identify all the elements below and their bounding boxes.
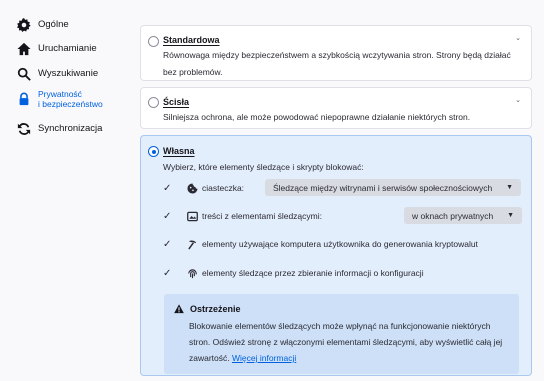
sidebar-item-home[interactable]: Uruchamianie bbox=[4, 41, 132, 57]
gear-icon bbox=[16, 17, 32, 33]
tracking-content-select-value: w oknach prywatnych bbox=[412, 210, 494, 221]
cryptominers-label: elementy używające komputera użytkownika… bbox=[202, 239, 478, 249]
tracking-content-icon bbox=[186, 210, 198, 222]
search-icon bbox=[16, 66, 32, 82]
cookie-icon bbox=[186, 182, 198, 194]
sidebar-item-label: i bezpieczeństwo bbox=[38, 99, 103, 109]
lock-icon bbox=[16, 91, 32, 107]
sync-icon bbox=[16, 121, 32, 137]
pickaxe-icon bbox=[186, 238, 198, 250]
chevron-down-icon[interactable]: ⌄ bbox=[515, 96, 521, 104]
sidebar-item-sync[interactable]: Synchronizacja bbox=[4, 121, 132, 137]
chevron-down-icon[interactable]: ⌄ bbox=[515, 34, 521, 42]
cookies-select[interactable]: Śledzące między witrynami i serwisów spo… bbox=[265, 179, 521, 196]
cookies-label: ciasteczka: bbox=[202, 183, 245, 193]
cryptominers-checkbox[interactable]: ✓ bbox=[163, 239, 177, 250]
fingerprinters-checkbox[interactable]: ✓ bbox=[163, 268, 177, 279]
fingerprinters-label: elementy śledzące przez zbieranie inform… bbox=[202, 268, 424, 278]
custom-intro: Wybierz, które elementy śledzące i skryp… bbox=[163, 162, 364, 172]
sidebar-item-general[interactable]: Ogólne bbox=[4, 17, 132, 33]
standard-protection-option[interactable]: Standardowa Równowaga między bezpieczeńs… bbox=[140, 25, 532, 81]
tracking-content-label: treści z elementami śledzącymi: bbox=[202, 211, 322, 221]
strict-description: Silniejsza ochrona, ale może powodować n… bbox=[163, 112, 471, 122]
cryptominers-option-row: ✓ elementy używające komputera użytkowni… bbox=[163, 235, 521, 253]
warning-title: Ostrzeżenie bbox=[190, 304, 241, 314]
learn-more-link[interactable]: Więcej informacji bbox=[232, 353, 296, 363]
warning-text-block: Blokowanie elementów śledzących może wpł… bbox=[189, 318, 511, 366]
custom-protection-option[interactable]: Własna Wybierz, które elementy śledzące … bbox=[140, 135, 532, 376]
sidebar-item-label: Wyszukiwanie bbox=[38, 68, 99, 79]
main-content: Standardowa Równowaga między bezpieczeńs… bbox=[140, 0, 544, 381]
sidebar-item-label: Synchronizacja bbox=[38, 123, 103, 134]
sidebar-item-search[interactable]: Wyszukiwanie bbox=[4, 66, 132, 82]
custom-title: Własna bbox=[163, 146, 195, 156]
fingerprinters-option-row: ✓ elementy śledzące przez zbieranie info… bbox=[163, 264, 521, 282]
standard-radio[interactable] bbox=[148, 36, 159, 47]
warning-heading: Ostrzeżenie bbox=[174, 304, 241, 314]
tracking-content-select[interactable]: w oknach prywatnych ▼ bbox=[404, 207, 522, 224]
strict-radio[interactable] bbox=[148, 97, 159, 108]
sidebar-item-label: Ogólne bbox=[38, 19, 69, 30]
chevron-down-icon: ▼ bbox=[506, 184, 513, 191]
sidebar: Ogólne Uruchamianie Wyszukiwanie Prywatn… bbox=[0, 0, 134, 381]
warning-icon bbox=[174, 304, 184, 314]
standard-title: Standardowa bbox=[163, 35, 220, 45]
tracking-content-checkbox[interactable]: ✓ bbox=[163, 211, 177, 222]
strict-protection-option[interactable]: Ścisła Silniejsza ochrona, ale może powo… bbox=[140, 87, 532, 129]
home-icon bbox=[16, 41, 32, 57]
chevron-down-icon: ▼ bbox=[507, 212, 514, 219]
warning-box: Ostrzeżenie Blokowanie elementów śledząc… bbox=[164, 294, 519, 374]
sidebar-item-label: Prywatność bbox=[38, 89, 82, 99]
standard-description: Równowaga między bezpieczeństwem a szybk… bbox=[163, 50, 511, 77]
strict-title: Ścisła bbox=[163, 97, 190, 107]
cookies-select-value: Śledzące między witrynami i serwisów spo… bbox=[273, 182, 493, 193]
sidebar-item-privacy[interactable]: Prywatność i bezpieczeństwo bbox=[4, 89, 132, 109]
cookies-checkbox[interactable]: ✓ bbox=[163, 183, 177, 194]
custom-radio[interactable] bbox=[148, 146, 159, 157]
fingerprint-icon bbox=[186, 267, 198, 279]
sidebar-item-label: Uruchamianie bbox=[38, 43, 97, 54]
